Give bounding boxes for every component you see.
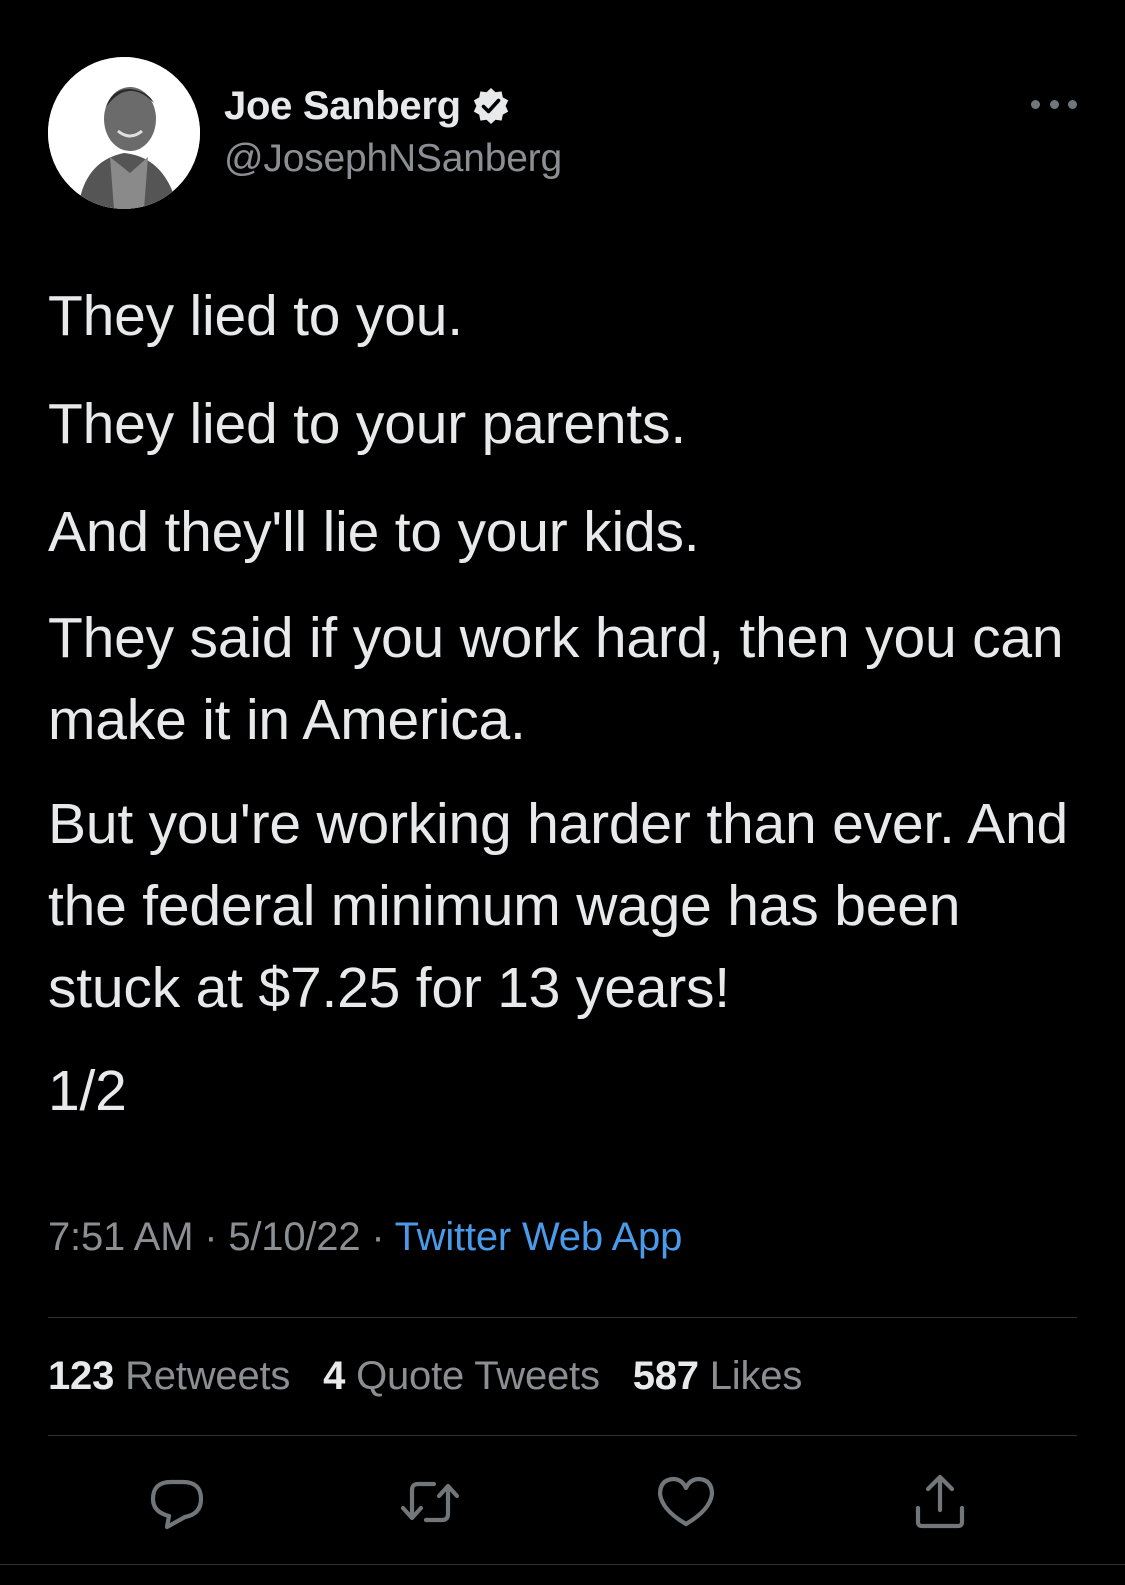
- tweet-paragraph: They said if you work hard, then you can…: [48, 606, 1064, 752]
- reply-icon[interactable]: [145, 1470, 209, 1534]
- divider: [0, 1564, 1125, 1565]
- likes-count: 587: [632, 1354, 699, 1398]
- retweets-stat[interactable]: 123 Retweets: [48, 1354, 290, 1398]
- thread-counter: 1/2: [48, 1059, 127, 1123]
- tweet-paragraph: They lied to you.: [48, 284, 463, 348]
- author-names: Joe Sanberg @JosephNSanberg: [224, 81, 562, 181]
- share-icon[interactable]: [908, 1470, 972, 1534]
- meta-separator: ·: [371, 1215, 385, 1259]
- verified-badge-icon: [471, 86, 511, 126]
- tweet-date[interactable]: 5/10/22: [228, 1215, 360, 1259]
- likes-label: Likes: [709, 1354, 803, 1398]
- tweet-paragraph: And they'll lie to your kids.: [48, 500, 700, 564]
- user-handle[interactable]: @JosephNSanberg: [224, 137, 562, 181]
- quote-tweets-stat[interactable]: 4 Quote Tweets: [323, 1354, 600, 1398]
- display-name[interactable]: Joe Sanberg: [224, 84, 461, 129]
- heart-icon[interactable]: [654, 1470, 718, 1534]
- quote-tweets-count: 4: [323, 1354, 346, 1398]
- tweet-meta: 7:51 AM · 5/10/22 · Twitter Web App: [48, 1215, 682, 1260]
- retweets-label: Retweets: [125, 1354, 291, 1398]
- likes-stat[interactable]: 587 Likes: [632, 1354, 803, 1398]
- tweet-paragraph: But you're working harder than ever. And…: [48, 792, 1069, 1020]
- tweet-source-link[interactable]: Twitter Web App: [395, 1215, 683, 1259]
- quote-tweets-label: Quote Tweets: [356, 1354, 600, 1398]
- tweet-header: Joe Sanberg @JosephNSanberg: [48, 57, 1077, 212]
- avatar-photo: [48, 57, 200, 209]
- divider: [48, 1435, 1077, 1436]
- display-name-row: Joe Sanberg: [224, 81, 562, 131]
- tweet-detail: Joe Sanberg @JosephNSanberg They lied to…: [0, 0, 1125, 1585]
- retweets-count: 123: [48, 1354, 115, 1398]
- tweet-paragraph: They lied to your parents.: [48, 392, 686, 456]
- tweet-stats: 123 Retweets 4 Quote Tweets 587 Likes: [48, 1354, 824, 1399]
- retweet-icon[interactable]: [398, 1470, 462, 1534]
- more-options-icon[interactable]: [1031, 97, 1077, 111]
- meta-separator: ·: [204, 1215, 218, 1259]
- divider: [48, 1317, 1077, 1318]
- tweet-actions-bar: [0, 1470, 1125, 1540]
- avatar[interactable]: [48, 57, 200, 209]
- tweet-time[interactable]: 7:51 AM: [48, 1215, 194, 1259]
